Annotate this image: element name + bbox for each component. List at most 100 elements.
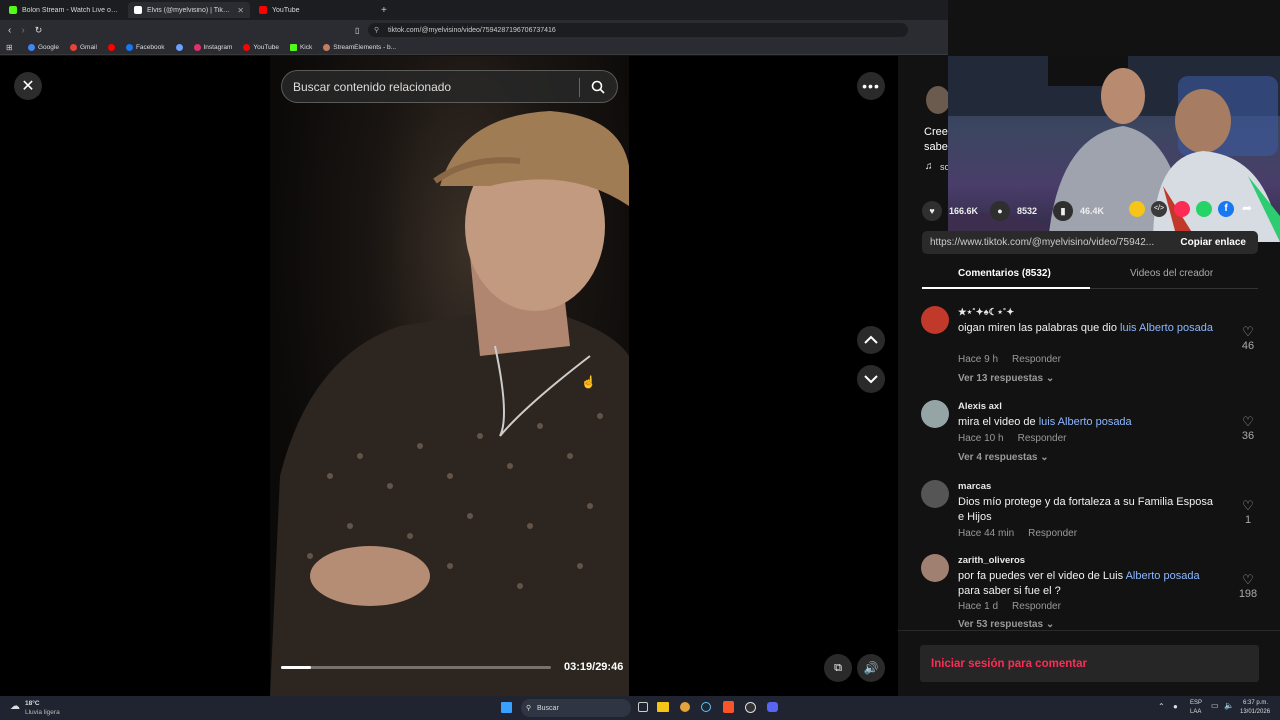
search-keyword-link[interactable]: luis Alberto posada — [1120, 322, 1213, 334]
caption-text-line2: sabe — [924, 141, 948, 153]
volume-tray-icon[interactable]: 🔈 — [1224, 701, 1234, 710]
gmail-icon — [69, 43, 77, 51]
reply-button[interactable]: Responder — [1012, 601, 1061, 612]
weather-icon[interactable]: ☁ — [10, 701, 20, 712]
task-view-icon[interactable] — [638, 702, 648, 712]
avatar[interactable] — [921, 306, 949, 334]
heart-icon: ♥ — [922, 201, 942, 221]
more-options-button[interactable]: ••• — [857, 72, 885, 100]
save-stat[interactable]: ▮ 46.4K — [1053, 201, 1104, 221]
lang-line1[interactable]: ESP — [1190, 700, 1202, 706]
search-keyword-link[interactable]: luis Alberto posada — [1039, 416, 1132, 428]
new-tab-icon[interactable]: + — [381, 5, 387, 16]
network-icon[interactable]: ▭ — [1211, 701, 1219, 710]
comment-count: 8532 — [1017, 206, 1038, 216]
comment-username[interactable]: Alexis axl — [958, 401, 1002, 412]
creator-avatar[interactable] — [926, 86, 950, 114]
share-link-field[interactable]: https://www.tiktok.com/@myelvisino/video… — [922, 231, 1258, 254]
search-keyword-link[interactable]: Alberto posada — [1126, 570, 1200, 582]
clock-date[interactable]: 13/01/2026 — [1240, 709, 1270, 715]
bookmark-globe[interactable] — [175, 43, 183, 51]
avatar[interactable] — [921, 554, 949, 582]
music-note-icon: ♫ — [925, 161, 933, 172]
bookmark-gmail[interactable]: Gmail — [69, 43, 97, 51]
like-stat[interactable]: ♥ 166.6K — [922, 201, 978, 221]
reply-button[interactable]: Responder — [1028, 528, 1077, 539]
avatar[interactable] — [921, 400, 949, 428]
comment-username[interactable]: zarith_oliveros — [958, 555, 1025, 566]
view-replies-button[interactable]: Ver 53 respuestas ⌄ — [958, 619, 1054, 630]
clock-time[interactable]: 6:37 p.m. — [1243, 700, 1268, 706]
apps-grid-icon[interactable]: ⊞ — [6, 43, 13, 52]
video-progress-bar[interactable] — [281, 666, 551, 669]
close-tab-icon[interactable]: ✕ — [237, 6, 244, 15]
related-search-input[interactable]: Buscar contenido relacionado — [281, 70, 618, 103]
tab-creator-videos[interactable]: Videos del creador — [1130, 268, 1213, 279]
search-icon[interactable] — [591, 80, 605, 94]
comment-like[interactable]: ♡ 46 — [1238, 324, 1258, 352]
brave-browser-icon[interactable] — [723, 701, 734, 713]
comment-like[interactable]: ♡ 36 — [1238, 414, 1258, 442]
app-icon[interactable] — [680, 702, 690, 712]
more-share-icon[interactable]: ➦ — [1242, 201, 1252, 215]
view-replies-button[interactable]: Ver 13 respuestas ⌄ — [958, 373, 1054, 384]
browser-tab-kick[interactable]: Bolon Stream - Watch Live on Kick — [3, 2, 125, 18]
steam-icon[interactable] — [701, 702, 711, 712]
comment-bubble-icon: ● — [990, 201, 1010, 221]
comment-like[interactable]: ♡ 198 — [1238, 572, 1258, 600]
lang-line2[interactable]: LAA — [1190, 709, 1201, 715]
comment-item: ★⋆˚✦♠☾⋆˚✦ oigan miren las palabras que d… — [920, 306, 1260, 386]
bookmark-youtube-icon-only[interactable] — [107, 43, 115, 51]
taskbar-search[interactable]: ⚲ Buscar — [521, 699, 631, 717]
volume-button[interactable]: 🔊 — [857, 654, 885, 682]
bookmark-kick[interactable]: Kick — [289, 43, 312, 51]
tiktok-page: Buscar contenido relacionado ✕ ••• 03:19… — [0, 56, 1280, 696]
send-to-friends-icon[interactable] — [1174, 201, 1190, 217]
windows-start-icon[interactable] — [501, 702, 512, 713]
search-divider — [579, 78, 580, 97]
comment-meta: Hace 44 min Responder — [958, 528, 1078, 539]
tray-chevron-icon[interactable]: ⌃ — [1158, 702, 1165, 711]
comment-username[interactable]: ★⋆˚✦♠☾⋆˚✦ — [958, 307, 1014, 318]
floating-player-button[interactable]: ⧉ — [824, 654, 852, 682]
reply-button[interactable]: Responder — [1012, 354, 1061, 365]
coin-share-icon[interactable] — [1129, 201, 1145, 217]
browser-tab-youtube[interactable]: YouTube — [253, 2, 375, 18]
obs-icon[interactable] — [745, 702, 756, 713]
login-to-comment-button[interactable]: Iniciar sesión para comentar — [920, 645, 1259, 682]
close-button[interactable]: ✕ — [14, 72, 42, 100]
tab-comments[interactable]: Comentarios (8532) — [958, 268, 1051, 279]
comment-stat[interactable]: ● 8532 — [990, 201, 1037, 221]
video-player[interactable] — [270, 56, 629, 696]
embed-code-icon[interactable]: </> — [1151, 201, 1167, 217]
facebook-share-icon[interactable]: f — [1218, 201, 1234, 217]
whatsapp-icon[interactable] — [1196, 201, 1212, 217]
forward-icon[interactable]: › — [21, 25, 24, 36]
previous-video-button[interactable] — [857, 326, 885, 354]
bookmark-streamelements[interactable]: StreamElements - b... — [323, 43, 396, 51]
back-icon[interactable]: ‹ — [8, 25, 11, 36]
bookmark-youtube[interactable]: YouTube — [243, 43, 279, 51]
bookmark-instagram[interactable]: Instagram — [193, 43, 232, 51]
reload-icon[interactable]: ↻ — [35, 25, 43, 36]
view-replies-button[interactable]: Ver 4 respuestas ⌄ — [958, 452, 1049, 463]
app-icon[interactable] — [767, 702, 778, 712]
bookmark-facebook[interactable]: Facebook — [125, 43, 165, 51]
file-explorer-icon[interactable] — [657, 702, 669, 712]
comment-meta: Hace 9 h Responder — [958, 354, 1061, 365]
copy-link-button[interactable]: Copiar enlace — [1168, 231, 1258, 254]
next-video-button[interactable] — [857, 365, 885, 393]
microphone-icon[interactable]: ● — [1173, 702, 1178, 711]
avatar[interactable] — [921, 480, 949, 508]
site-info-icon[interactable]: ⚲ — [374, 26, 379, 34]
close-icon: ✕ — [21, 78, 35, 95]
bookmark-google[interactable]: Google — [28, 43, 59, 51]
browser-tab-tiktok[interactable]: Elvis (@myelvisino) | TikTok ✕ — [128, 2, 250, 18]
comment-username[interactable]: marcas — [958, 481, 991, 492]
globe-icon — [175, 43, 183, 51]
reply-button[interactable]: Responder — [1018, 433, 1067, 444]
comment-like[interactable]: ♡ 1 — [1238, 498, 1258, 526]
bookmark-page-icon[interactable]: ▯ — [355, 26, 359, 35]
address-bar[interactable]: ⚲ tiktok.com/@myelvisino/video/759428719… — [368, 23, 908, 37]
comment-text: oigan miren las palabras que dio luis Al… — [958, 322, 1213, 334]
